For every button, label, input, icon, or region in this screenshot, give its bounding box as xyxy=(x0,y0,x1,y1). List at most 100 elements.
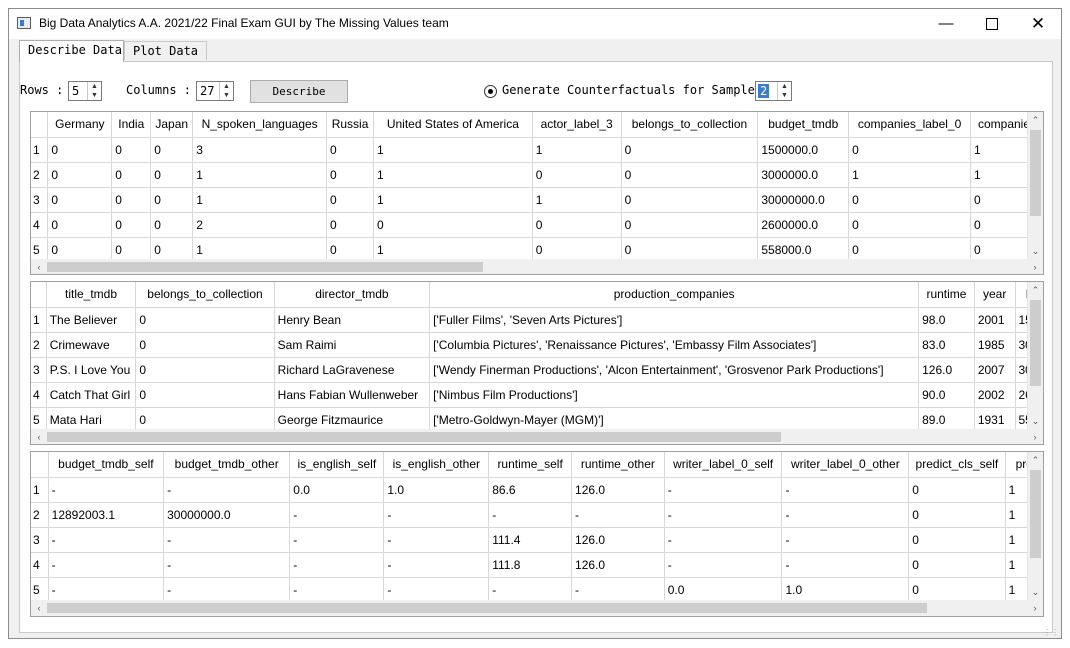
table-cell[interactable]: ['Nimbus Film Productions'] xyxy=(429,382,920,408)
table-cell[interactable]: 30000000.0 xyxy=(757,187,850,213)
rows-spin-arrows[interactable]: ▲ ▼ xyxy=(87,82,101,100)
scrollbar-thumb[interactable] xyxy=(1030,300,1041,386)
generate-counterfactuals-radio[interactable] xyxy=(484,85,497,98)
row-header[interactable]: 1 xyxy=(31,137,49,163)
row-header[interactable]: 2 xyxy=(31,502,49,528)
table-row[interactable]: 5- - - - - -0.0 1.0 0 1 xyxy=(31,577,1043,600)
row-header[interactable]: 3 xyxy=(31,357,47,383)
table-cell[interactable]: 90.0 xyxy=(918,382,975,408)
row-header[interactable]: 2 xyxy=(31,332,47,358)
table-cell[interactable]: 0 xyxy=(326,212,375,238)
table-cell[interactable]: 0 xyxy=(150,137,194,163)
scroll-left-icon[interactable]: ‹ xyxy=(31,600,47,616)
tab-describe-data[interactable]: Describe Data xyxy=(19,40,124,62)
table-cell[interactable]: 0 xyxy=(908,577,1006,600)
column-header[interactable]: year xyxy=(974,282,1016,308)
table-cell[interactable]: 1 xyxy=(373,137,533,163)
table-row[interactable]: 5 Mata Hari 0 George Fitzmaurice ['Metro-Gol… xyxy=(31,407,1043,429)
column-header[interactable]: Japan xyxy=(150,112,194,138)
table-cell[interactable]: - xyxy=(383,552,490,578)
scrollbar-thumb[interactable] xyxy=(47,262,483,272)
table-cell[interactable]: 0 xyxy=(848,237,971,259)
table-cell[interactable]: 0 xyxy=(621,237,759,259)
column-header[interactable]: budget_tmdb_other xyxy=(163,452,291,478)
minimize-button[interactable]: — xyxy=(923,9,969,39)
table-cell[interactable]: 0 xyxy=(111,212,152,238)
table-cell[interactable]: 1931 xyxy=(974,407,1016,429)
column-header[interactable]: runtime_other xyxy=(571,452,665,478)
scrollbar-thumb[interactable] xyxy=(1030,130,1041,216)
table-cell[interactable]: 30000000.0 xyxy=(163,502,291,528)
row-header[interactable]: 5 xyxy=(31,577,49,600)
table-cell[interactable]: Crimewave xyxy=(46,332,137,358)
table-cell[interactable]: 2001 xyxy=(974,307,1016,333)
table-cell[interactable]: 0 xyxy=(135,357,275,383)
table-cell[interactable]: 0 xyxy=(150,187,194,213)
movies-table[interactable]: title_tmdb belongs_to_collection director_… xyxy=(30,281,1044,445)
table-cell[interactable]: 1 xyxy=(532,137,622,163)
row-header[interactable]: 2 xyxy=(31,162,49,188)
table-cell[interactable]: Sam Raimi xyxy=(274,332,431,358)
table-cell[interactable]: - xyxy=(163,552,291,578)
table-cell[interactable]: - xyxy=(571,502,665,528)
column-header[interactable]: predict_cls_self xyxy=(908,452,1006,478)
table-cell[interactable]: - xyxy=(488,502,573,528)
row-header[interactable]: 4 xyxy=(31,552,49,578)
table-cell[interactable]: ['Columbia Pictures', 'Renaissance Pictu… xyxy=(429,332,920,358)
table-cell[interactable]: 0 xyxy=(47,237,113,259)
columns-spin-arrows[interactable]: ▲ ▼ xyxy=(219,82,233,100)
table-cell[interactable]: 2 xyxy=(192,212,328,238)
scroll-right-icon[interactable]: › xyxy=(1027,429,1043,444)
rows-spinbox[interactable]: 5 ▲ ▼ xyxy=(68,81,102,101)
row-header[interactable]: 3 xyxy=(31,527,49,553)
scroll-left-icon[interactable]: ‹ xyxy=(31,429,47,444)
table-row[interactable]: 2 12892003.1 30000000.0- - - - - -0 1 xyxy=(31,502,1043,528)
table-cell[interactable]: - xyxy=(163,527,291,553)
sample-spinbox[interactable]: 2 ▲ ▼ xyxy=(755,81,792,101)
table-cell[interactable]: Henry Bean xyxy=(274,307,431,333)
table-cell[interactable]: 0 xyxy=(47,162,113,188)
table-cell[interactable]: 1 xyxy=(192,237,328,259)
table-cell[interactable]: - xyxy=(781,552,910,578)
describe-table[interactable]: Germany India Japan N_spoken_languages Russi… xyxy=(30,111,1044,275)
table-cell[interactable]: 1 xyxy=(373,237,533,259)
table-cell[interactable]: 1 xyxy=(373,187,533,213)
scroll-left-icon[interactable]: ‹ xyxy=(31,259,47,274)
table-row[interactable]: 5 0 0 0 1 0 1 0 0 558000.0 0 0 xyxy=(31,237,1043,259)
table-cell[interactable]: George Fitzmaurice xyxy=(274,407,431,429)
table-cell[interactable]: 1500000.0 xyxy=(757,137,850,163)
table-cell[interactable]: Hans Fabian Wullenweber xyxy=(274,382,431,408)
table-cell[interactable]: 111.4 xyxy=(488,527,573,553)
table-cell[interactable]: 0 xyxy=(150,212,194,238)
table-cell[interactable]: ['Metro-Goldwyn-Mayer (MGM)'] xyxy=(429,407,920,429)
movies-vertical-scrollbar[interactable]: ⌃ ⌄ xyxy=(1027,282,1043,429)
scrollbar-thumb[interactable] xyxy=(47,603,927,613)
column-header[interactable]: runtime xyxy=(918,282,975,308)
row-header[interactable]: 1 xyxy=(31,477,49,503)
table-cell[interactable]: - xyxy=(664,527,783,553)
table-cell[interactable]: 0 xyxy=(326,162,375,188)
corner-header[interactable] xyxy=(31,452,49,478)
table-cell[interactable]: 0 xyxy=(47,212,113,238)
table-cell[interactable]: ['Fuller Films', 'Seven Arts Pictures'] xyxy=(429,307,920,333)
spin-up-icon[interactable]: ▲ xyxy=(220,82,233,91)
table-cell[interactable]: 0.0 xyxy=(664,577,783,600)
table-cell[interactable]: Richard LaGravenese xyxy=(274,357,431,383)
column-header[interactable]: budget_tmdb_self xyxy=(48,452,165,478)
row-header[interactable]: 5 xyxy=(31,407,47,429)
scrollbar-thumb[interactable] xyxy=(47,432,781,442)
table-row[interactable]: 2 Crimewave 0 Sam Raimi ['Columbia Pictures'… xyxy=(31,332,1043,358)
table-cell[interactable]: 126.0 xyxy=(571,552,665,578)
column-header[interactable]: actor_label_3 xyxy=(532,112,622,138)
scroll-down-icon[interactable]: ⌄ xyxy=(1028,584,1043,600)
table-cell[interactable]: 0 xyxy=(135,407,275,429)
table-cell[interactable]: 0 xyxy=(848,212,971,238)
spin-up-icon[interactable]: ▲ xyxy=(88,82,101,91)
row-header[interactable]: 1 xyxy=(31,307,47,333)
table-cell[interactable]: 0 xyxy=(135,332,275,358)
table-cell[interactable]: ['Wendy Finerman Productions', 'Alcon En… xyxy=(429,357,920,383)
table-cell[interactable]: 558000.0 xyxy=(757,237,850,259)
spin-down-icon[interactable]: ▼ xyxy=(88,91,101,100)
table-cell[interactable]: - xyxy=(781,527,910,553)
column-header[interactable]: director_tmdb xyxy=(274,282,431,308)
